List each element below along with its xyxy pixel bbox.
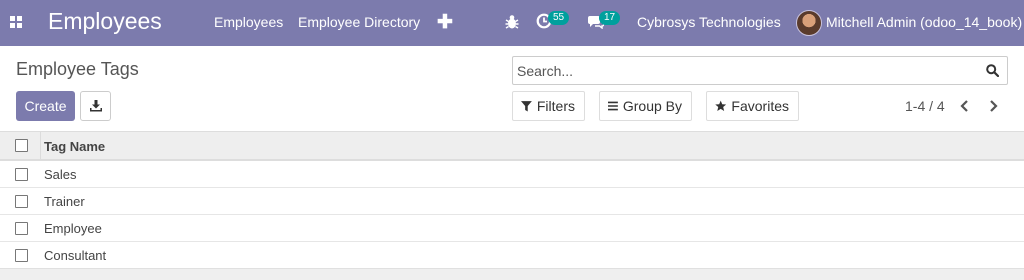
download-icon bbox=[90, 100, 102, 112]
create-button[interactable]: Create bbox=[16, 91, 75, 121]
column-header-tag-name[interactable]: Tag Name bbox=[44, 139, 105, 154]
table-row[interactable]: Sales bbox=[0, 161, 1024, 188]
tag-name-cell[interactable]: Sales bbox=[44, 167, 77, 182]
group-by-label: Group By bbox=[622, 98, 682, 114]
table-row[interactable]: Trainer bbox=[0, 188, 1024, 215]
tag-name-cell[interactable]: Employee bbox=[44, 221, 102, 236]
plus-icon[interactable]: ✚ bbox=[437, 11, 453, 34]
user-avatar[interactable] bbox=[796, 10, 822, 36]
menu-employees[interactable]: Employees bbox=[214, 14, 283, 30]
breadcrumb-title: Employee Tags bbox=[16, 59, 139, 79]
app-title[interactable]: Employees bbox=[48, 8, 162, 35]
tag-name-cell[interactable]: Consultant bbox=[44, 248, 106, 263]
activity-count-badge: 55 bbox=[548, 11, 570, 25]
company-switcher[interactable]: Cybrosys Technologies bbox=[637, 14, 781, 30]
table-row[interactable]: Consultant bbox=[0, 242, 1024, 269]
list-icon bbox=[608, 101, 618, 111]
favorites-label: Favorites bbox=[731, 98, 789, 114]
user-menu[interactable]: Mitchell Admin (odoo_14_book) bbox=[826, 14, 1022, 30]
list-header: Tag Name bbox=[0, 131, 1024, 161]
favorites-button[interactable]: Favorites bbox=[706, 91, 799, 121]
list-footer bbox=[0, 268, 1024, 280]
filters-button[interactable]: Filters bbox=[512, 91, 585, 121]
menu-employee-directory[interactable]: Employee Directory bbox=[298, 14, 420, 30]
row-checkbox[interactable] bbox=[15, 222, 28, 235]
filter-icon bbox=[521, 100, 532, 111]
pager-value[interactable]: 1-4 / 4 bbox=[905, 98, 945, 114]
message-count-badge: 17 bbox=[599, 11, 621, 25]
star-icon bbox=[715, 100, 727, 111]
download-button[interactable] bbox=[80, 91, 111, 121]
filters-label: Filters bbox=[536, 98, 575, 114]
row-checkbox[interactable] bbox=[15, 195, 28, 208]
group-by-button[interactable]: Group By bbox=[599, 91, 692, 121]
search-icon[interactable] bbox=[986, 64, 999, 77]
search-box[interactable] bbox=[512, 56, 1008, 85]
table-row[interactable]: Employee bbox=[0, 215, 1024, 242]
select-all-checkbox[interactable] bbox=[15, 139, 28, 152]
column-separator bbox=[40, 132, 41, 160]
tag-name-cell[interactable]: Trainer bbox=[44, 194, 85, 209]
row-checkbox[interactable] bbox=[15, 249, 28, 262]
apps-menu-icon[interactable] bbox=[10, 16, 22, 28]
bug-icon[interactable] bbox=[505, 14, 519, 30]
search-input[interactable] bbox=[517, 62, 977, 80]
row-checkbox[interactable] bbox=[15, 168, 28, 181]
chevron-left-icon[interactable] bbox=[958, 98, 972, 114]
chevron-right-icon[interactable] bbox=[986, 98, 1000, 114]
top-navbar: Employees Employees Employee Directory ✚… bbox=[0, 0, 1024, 46]
